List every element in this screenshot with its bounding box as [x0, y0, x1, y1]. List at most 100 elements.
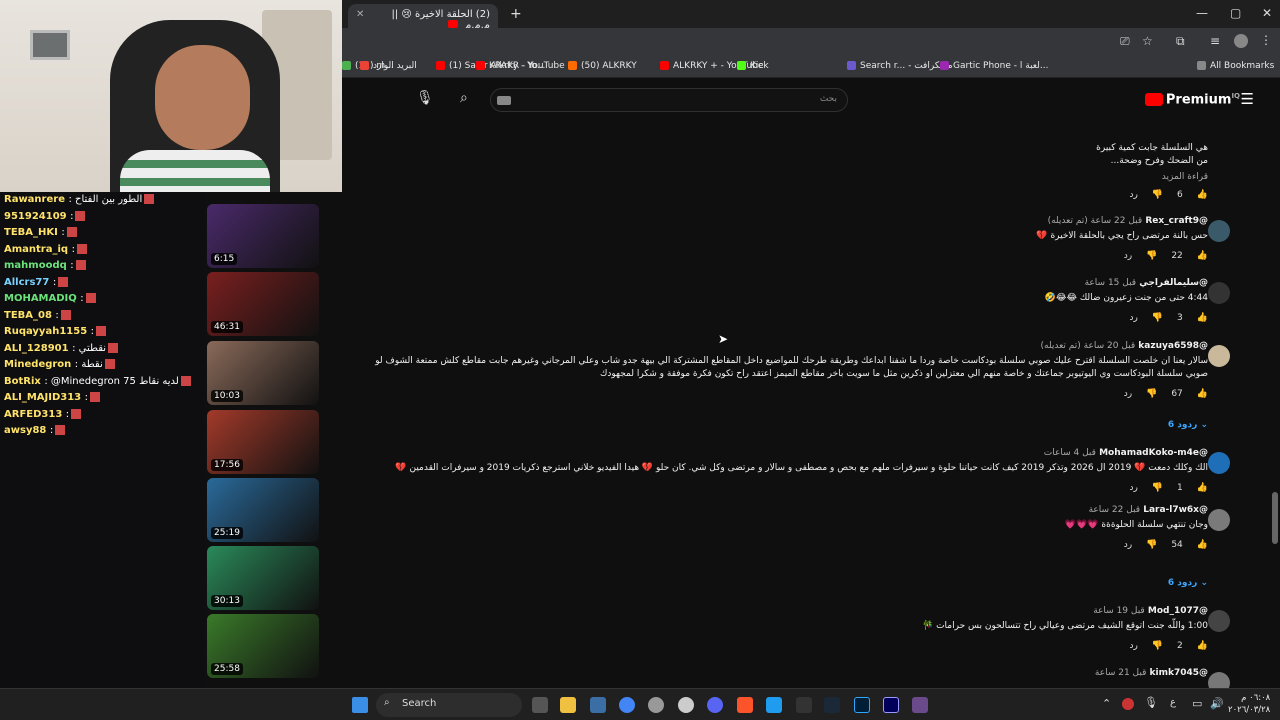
brave-icon[interactable] [737, 697, 753, 713]
tray-app-icon[interactable] [1122, 698, 1134, 710]
browser-tab-active[interactable]: ✕ (2) الحلقة الاخيرة 😢 || م.م.م [348, 4, 498, 31]
keyboard-icon[interactable] [497, 96, 511, 105]
chat-username[interactable]: ALI_128901 [4, 343, 69, 354]
read-more-link[interactable]: قراءة المزيد [368, 172, 1208, 182]
new-tab-button[interactable]: + [510, 6, 522, 22]
comment-time[interactable]: قبل 4 ساعات [1044, 448, 1096, 458]
reply-button[interactable]: رد [1124, 540, 1132, 550]
close-tab-icon[interactable]: ✕ [356, 9, 364, 20]
like-icon[interactable]: 👍 [1197, 251, 1208, 261]
bookmark-item[interactable]: KRAKR - YouTube [476, 61, 565, 71]
chat-username[interactable]: ALI_MAJID313 [4, 392, 81, 403]
store-icon[interactable] [590, 697, 606, 713]
chatgpt-icon[interactable] [648, 697, 664, 713]
comment-time[interactable]: قبل 21 ساعة [1095, 668, 1147, 678]
comment-author[interactable]: @Mod_1077 [1148, 606, 1208, 616]
chat-username[interactable]: Allcrs77 [4, 277, 49, 288]
chat-username[interactable]: MOHAMADIQ [4, 293, 77, 304]
video-thumbnail[interactable]: 25:19 [207, 478, 319, 542]
replies-toggle[interactable]: 6 ردود ⌄ [1168, 578, 1208, 588]
chat-username[interactable]: awsy88 [4, 425, 46, 436]
discord-icon[interactable] [707, 697, 723, 713]
video-thumbnail[interactable]: 6:15 [207, 204, 319, 268]
comment-author[interactable]: @Lara-l7w6x [1143, 505, 1208, 515]
bookmark-item[interactable]: All Bookmarks [1197, 61, 1274, 71]
chat-username[interactable]: Amantra_iq [4, 244, 68, 255]
bookmark-item[interactable]: Gartic Phone - لعبة ا... [940, 61, 1048, 71]
dislike-icon[interactable]: 👎 [1152, 483, 1163, 493]
chat-username[interactable]: TEBA_HKI [4, 227, 58, 238]
like-icon[interactable]: 👍 [1197, 313, 1208, 323]
like-icon[interactable]: 👍 [1197, 190, 1208, 200]
tray-chevron-icon[interactable]: ⌃ [1102, 697, 1111, 710]
hamburger-menu-icon[interactable]: ☰ [1241, 90, 1254, 108]
chat-username[interactable]: mahmoodq [4, 260, 67, 271]
network-icon[interactable]: ▭ [1192, 697, 1202, 710]
cast-icon[interactable]: ⎚ [1120, 34, 1130, 49]
dislike-icon[interactable]: 👎 [1152, 641, 1163, 651]
search-input[interactable]: بحث [490, 88, 848, 112]
search-icon[interactable]: ⌕ [460, 90, 468, 106]
chat-username[interactable]: 951924109 [4, 211, 67, 222]
replies-toggle[interactable]: 6 ردود ⌄ [1168, 420, 1208, 430]
video-thumbnail[interactable]: 17:56 [207, 410, 319, 474]
reply-button[interactable]: رد [1129, 190, 1137, 200]
reply-button[interactable]: رد [1124, 251, 1132, 261]
comment-author[interactable]: @Rex_craft9 [1145, 216, 1208, 226]
comment-author[interactable]: @سليمالفراجي [1139, 278, 1208, 288]
menu-kebab-icon[interactable]: ⋮ [1260, 33, 1272, 47]
video-thumbnail[interactable]: 46:31 [207, 272, 319, 336]
premiere-icon[interactable] [883, 697, 899, 713]
comment-time[interactable]: قبل 15 ساعة [1085, 278, 1137, 288]
close-window-button[interactable]: ✕ [1262, 6, 1272, 20]
comment-time[interactable]: قبل 22 ساعة (تم تعديله) [1048, 216, 1143, 226]
chrome-icon[interactable] [619, 697, 635, 713]
comment-time[interactable]: قبل 22 ساعة [1089, 505, 1141, 515]
dislike-icon[interactable]: 👎 [1152, 190, 1163, 200]
volume-icon[interactable]: 🔊 [1210, 697, 1224, 710]
taskbar-search[interactable]: ⌕ Search [376, 693, 522, 717]
commenter-avatar[interactable] [1208, 610, 1230, 632]
bookmark-item[interactable]: Kick [737, 61, 769, 71]
chat-username[interactable]: Ruqayyah1155 [4, 326, 87, 337]
video-thumbnail[interactable]: 10:03 [207, 341, 319, 405]
voice-search-icon[interactable]: 🎙 [416, 90, 434, 106]
like-icon[interactable]: 👍 [1197, 540, 1208, 550]
chat-username[interactable]: BotRix [4, 376, 41, 387]
chat-username[interactable]: Minedegron [4, 359, 71, 370]
video-thumbnail[interactable]: 25:58 [207, 614, 319, 678]
reply-button[interactable]: رد [1129, 641, 1137, 651]
minimize-button[interactable]: — [1196, 6, 1208, 20]
video-thumbnail[interactable]: 30:13 [207, 546, 319, 610]
comment-author[interactable]: @kazuya6598 [1138, 341, 1208, 351]
scrollbar-thumb[interactable] [1272, 492, 1278, 544]
bookmark-item[interactable]: Search r... - ماينكرافت [847, 61, 953, 71]
comment-author[interactable]: @kimk7045 [1150, 668, 1208, 678]
file-explorer-icon[interactable] [560, 697, 576, 713]
microphone-icon[interactable]: 🎙 [1144, 696, 1158, 709]
commenter-avatar[interactable] [1208, 345, 1230, 367]
bookmark-item[interactable]: (50) ALKRKY [568, 61, 637, 71]
commenter-avatar[interactable] [1208, 509, 1230, 531]
commenter-avatar[interactable] [1208, 282, 1230, 304]
like-icon[interactable]: 👍 [1197, 641, 1208, 651]
media-controls-icon[interactable]: ≡ [1210, 34, 1220, 48]
steam-icon[interactable] [824, 697, 840, 713]
maximize-button[interactable]: ▢ [1230, 6, 1241, 20]
reply-button[interactable]: رد [1129, 313, 1137, 323]
language-indicator[interactable]: ع [1170, 697, 1176, 708]
youtube-premium-logo[interactable]: PremiumIQ [1144, 92, 1240, 107]
bookmark-item[interactable]: البريد الوارد [360, 61, 417, 71]
telegram-icon[interactable] [766, 697, 782, 713]
chat-username[interactable]: TEBA_08 [4, 310, 52, 321]
comment-author[interactable]: @MohamadKoko-m4e [1099, 448, 1208, 458]
capcut-icon[interactable] [796, 697, 812, 713]
dislike-icon[interactable]: 👎 [1146, 251, 1157, 261]
app-icon[interactable] [912, 697, 928, 713]
extensions-icon[interactable]: ⧉ [1176, 34, 1185, 49]
windows-start-icon[interactable] [352, 697, 368, 713]
profile-avatar[interactable] [1234, 34, 1248, 48]
like-icon[interactable]: 👍 [1197, 483, 1208, 493]
reply-button[interactable]: رد [1124, 389, 1132, 399]
commenter-avatar[interactable] [1208, 220, 1230, 242]
